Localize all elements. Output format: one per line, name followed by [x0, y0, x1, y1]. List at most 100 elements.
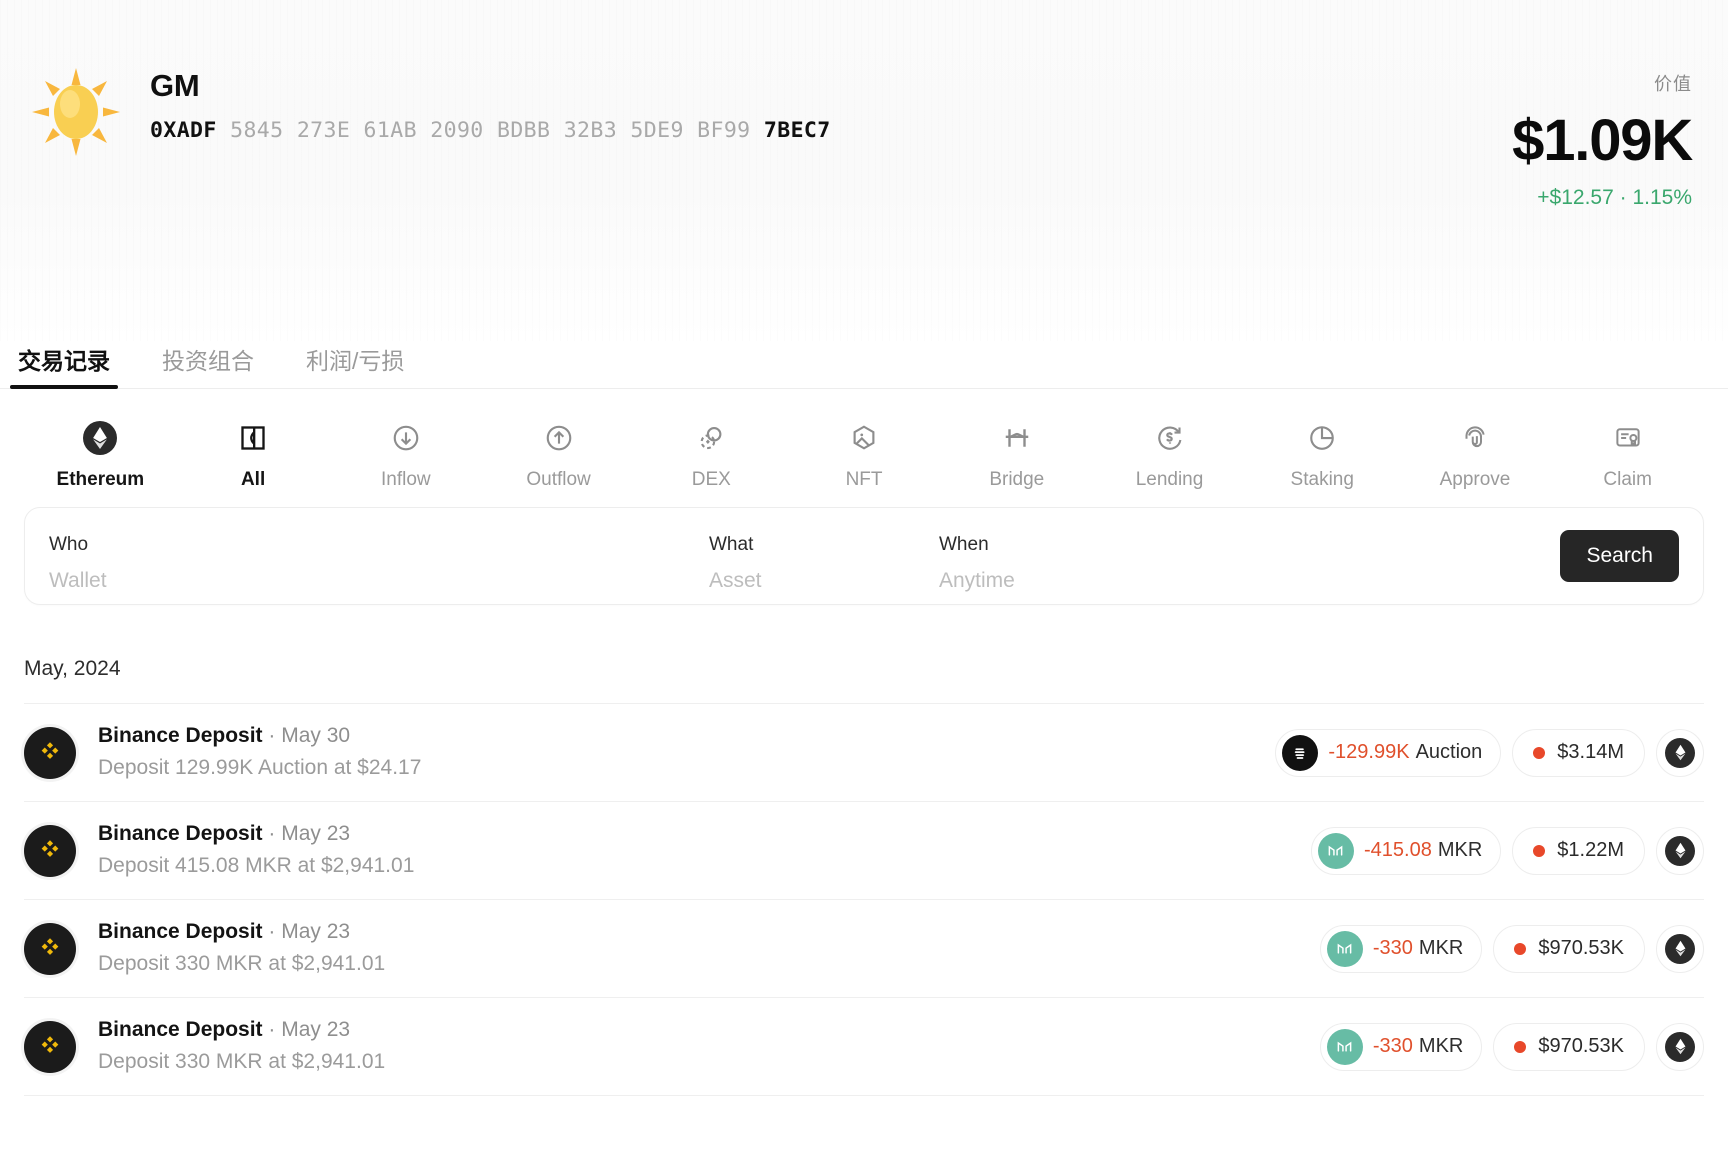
auction-token-icon [1282, 734, 1319, 771]
address-suffix: 7BEC7 [763, 117, 831, 143]
transaction-title: Binance Deposit [98, 723, 263, 747]
ethereum-icon [1665, 1031, 1695, 1062]
transaction-title-line: Binance Deposit · May 30 [98, 723, 351, 747]
filter-outflow[interactable]: Outflow [482, 421, 635, 491]
maker-token-icon [1326, 930, 1363, 967]
filter-label: Ethereum [56, 469, 145, 490]
ethereum-icon [83, 421, 118, 455]
search-button[interactable]: Search [1560, 530, 1679, 582]
chain-button[interactable] [1656, 826, 1704, 875]
filter-ethereum[interactable]: Ethereum [24, 421, 177, 491]
claim-certificate-icon [1611, 421, 1645, 455]
token-amount: -330 [1372, 1035, 1413, 1057]
transaction-detail: Deposit 330 MKR at $2,941.01 [98, 951, 386, 975]
chain-button[interactable] [1656, 924, 1704, 973]
value-amount: $1.09K [1512, 108, 1693, 173]
status-dot-icon [1514, 1040, 1527, 1053]
tab-profit-loss[interactable]: 利润/亏损 [298, 342, 412, 388]
nft-hexagon-icon [847, 421, 881, 455]
filter-label: NFT [845, 469, 883, 490]
maker-token-icon [1326, 1028, 1363, 1065]
binance-icon [24, 824, 76, 877]
bridge-icon [1000, 421, 1034, 455]
filter-inflow[interactable]: Inflow [329, 421, 482, 491]
filter-label: Staking [1290, 469, 1354, 490]
filter-nft[interactable]: NFT [788, 421, 941, 491]
filter-label: All [240, 469, 266, 490]
transaction-date: May 23 [281, 821, 351, 845]
filter-approve[interactable]: Approve [1399, 421, 1552, 491]
chain-button[interactable] [1656, 1022, 1704, 1071]
usd-value-pill: $3.14M [1512, 728, 1645, 777]
table-row[interactable]: Binance Deposit · May 23 Deposit 330 MKR… [24, 998, 1704, 1096]
token-symbol: MKR [1418, 937, 1464, 959]
table-row[interactable]: Binance Deposit · May 23 Deposit 415.08 … [24, 802, 1704, 900]
table-row[interactable]: Binance Deposit · May 23 Deposit 330 MKR… [24, 900, 1704, 998]
filter-lending[interactable]: Lending [1093, 421, 1246, 491]
token-amount-pill: -129.99K Auction [1275, 728, 1502, 777]
wallet-input[interactable]: Wallet [49, 569, 685, 593]
filter-bridge[interactable]: Bridge [940, 421, 1093, 491]
transaction-list: Binance Deposit · May 30 Deposit 129.99K… [24, 704, 1704, 1096]
lending-dollar-icon [1153, 421, 1187, 455]
transaction-badges: -415.08 MKR $1.22M [1310, 826, 1704, 875]
filter-label: DEX [691, 469, 731, 490]
usd-value: $1.22M [1557, 839, 1624, 861]
chain-button[interactable] [1656, 728, 1704, 777]
filter-dex[interactable]: DEX [635, 421, 788, 491]
filter-label: Bridge [989, 469, 1045, 490]
filter-label: Approve [1439, 469, 1511, 490]
token-amount: -330 [1372, 937, 1413, 959]
search-field-who[interactable]: Who Wallet [25, 508, 685, 604]
binance-icon [24, 1020, 76, 1073]
usd-value: $3.14M [1557, 741, 1624, 763]
filter-staking[interactable]: Staking [1246, 421, 1399, 491]
app-root: GM 0XADF 5845 273E 61AB 2090 BDBB 32B3 5… [0, 0, 1728, 1172]
all-icon [236, 421, 270, 455]
section-tabs: 交易记录 投资组合 利润/亏损 [0, 341, 1728, 389]
status-dot-icon [1533, 746, 1546, 759]
transaction-title: Binance Deposit [98, 821, 263, 845]
search-field-what[interactable]: What Asset [685, 508, 915, 604]
transaction-badges: -330 MKR $970.53K [1319, 924, 1704, 973]
staking-pie-icon [1305, 421, 1339, 455]
filter-claim[interactable]: Claim [1551, 421, 1704, 491]
status-dot-icon [1514, 942, 1527, 955]
usd-value-pill: $970.53K [1493, 924, 1645, 973]
filter-label: Claim [1603, 469, 1652, 490]
usd-value: $970.53K [1538, 937, 1624, 959]
value-change: +$12.57 · 1.15% [1537, 186, 1692, 209]
transaction-text: Binance Deposit · May 30 Deposit 129.99K… [98, 722, 1275, 784]
filter-bar: Ethereum All Inflow Outflow DEX NFT Brid… [24, 389, 1704, 499]
token-amount-pill: -330 MKR [1319, 924, 1483, 973]
ethereum-icon [1665, 933, 1695, 964]
page-title: GM [150, 68, 200, 103]
arrow-up-circle-icon [542, 421, 576, 455]
wallet-address[interactable]: 0XADF 5845 273E 61AB 2090 BDBB 32B3 5DE9… [150, 118, 831, 143]
filter-all[interactable]: All [177, 421, 330, 491]
date-input[interactable]: Anytime [939, 569, 1215, 593]
token-amount: -129.99K [1328, 741, 1410, 763]
table-row[interactable]: Binance Deposit · May 30 Deposit 129.99K… [24, 704, 1704, 802]
address-prefix: 0XADF [150, 117, 217, 143]
transaction-title: Binance Deposit [98, 919, 263, 943]
transaction-detail: Deposit 330 MKR at $2,941.01 [98, 1049, 386, 1073]
filter-label: Lending [1135, 469, 1204, 490]
token-amount-pill: -330 MKR [1319, 1022, 1483, 1071]
transaction-date: May 30 [281, 723, 351, 747]
tab-transactions[interactable]: 交易记录 [10, 342, 118, 389]
transaction-title: Binance Deposit [98, 1017, 263, 1041]
token-symbol: MKR [1418, 1035, 1464, 1057]
profile-header: GM 0XADF 5845 273E 61AB 2090 BDBB 32B3 5… [0, 0, 1728, 341]
transaction-detail: Deposit 415.08 MKR at $2,941.01 [98, 853, 415, 877]
transaction-title-line: Binance Deposit · May 23 [98, 919, 351, 943]
identity-row: GM 0XADF 5845 273E 61AB 2090 BDBB 32B3 5… [24, 58, 1692, 164]
sun-emoji-icon [24, 60, 128, 164]
search-field-when[interactable]: When Anytime [915, 508, 1215, 604]
binance-icon [24, 922, 76, 975]
asset-input[interactable]: Asset [709, 569, 915, 593]
search-panel: Who Wallet What Asset When Anytime Searc… [24, 507, 1704, 605]
identity-text: GM 0XADF 5845 273E 61AB 2090 BDBB 32B3 5… [150, 58, 831, 143]
month-group-header: May, 2024 [24, 657, 1704, 704]
tab-portfolio[interactable]: 投资组合 [154, 342, 262, 388]
